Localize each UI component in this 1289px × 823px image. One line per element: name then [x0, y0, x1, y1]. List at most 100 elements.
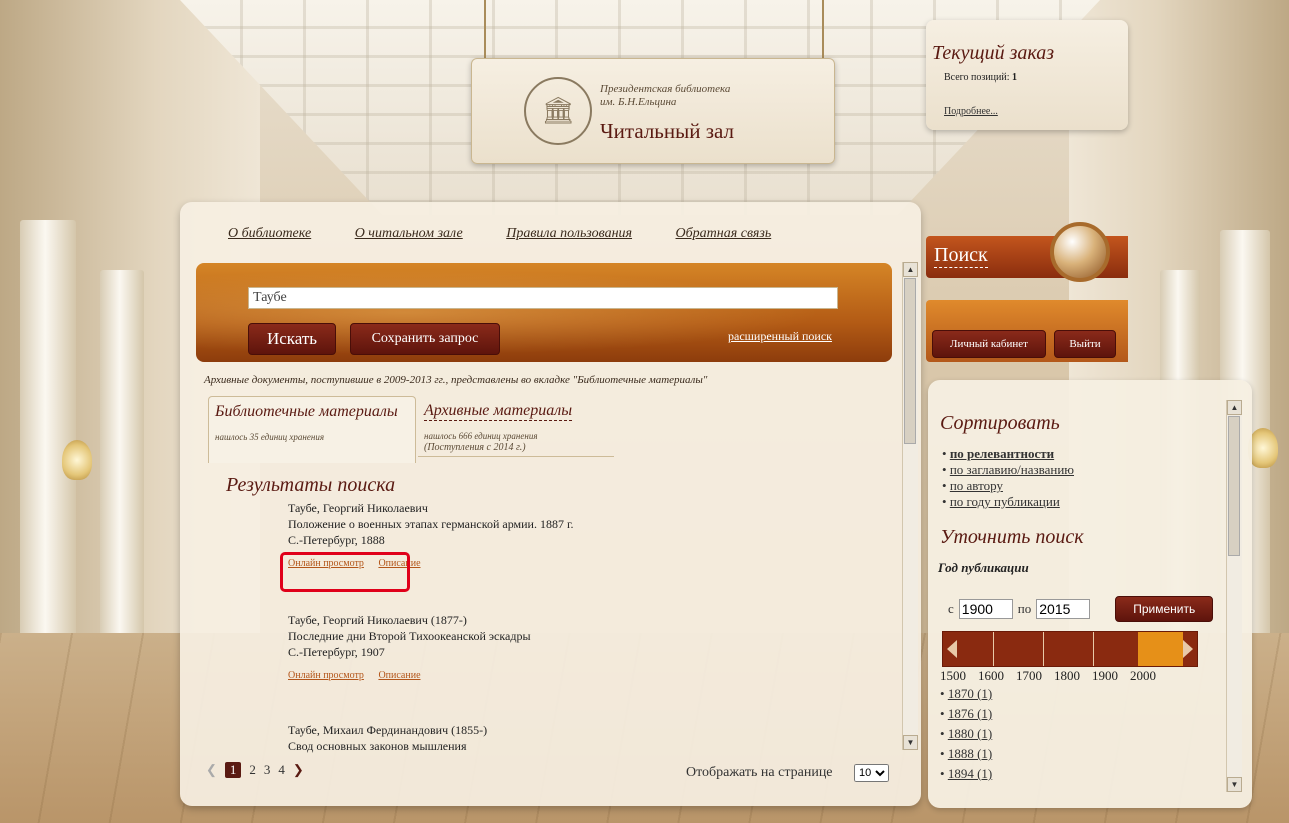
axis-tick: 2000 [1130, 668, 1156, 683]
results-title: Результаты поиска [226, 474, 396, 496]
result-title: Свод основных законов мышления [288, 739, 467, 753]
apply-button[interactable]: Применить [1115, 596, 1214, 622]
highlight-box [280, 552, 410, 592]
personal-cabinet-button[interactable]: Личный кабинет [932, 330, 1046, 358]
year-facet-link[interactable]: 1894 (1) [948, 766, 992, 781]
search-button[interactable]: Искать [248, 323, 336, 355]
tab-count-note: (Поступления с 2014 г.) [424, 442, 526, 453]
sort-author[interactable]: по автору [950, 478, 1003, 493]
scroll-thumb[interactable] [1228, 416, 1240, 556]
year-facet-link[interactable]: 1870 (1) [948, 686, 992, 701]
scroll-up-arrow-icon[interactable]: ▲ [903, 262, 918, 277]
results-scrollbar[interactable]: ▲ ▼ [902, 262, 918, 750]
year-facet: 1888 (1) [940, 744, 992, 764]
archive-notice: Архивные документы, поступившие в 2009-2… [204, 374, 708, 386]
magnifier-icon [1050, 222, 1110, 282]
year-facets: 1870 (1) 1876 (1) 1880 (1) 1888 (1) 1894… [940, 684, 992, 784]
slider-selected-range[interactable] [1137, 632, 1183, 666]
slider-right-arrow-icon[interactable] [1183, 640, 1193, 658]
result-author: Таубе, Георгий Николаевич [288, 501, 428, 515]
result-item: Таубе, Михаил Фердинандович (1855-) Свод… [288, 722, 487, 754]
sort-options: по релевантности по заглавию/названию по… [942, 446, 1074, 510]
page-2[interactable]: 2 [249, 762, 256, 778]
axis-tick: 1500 [940, 668, 966, 683]
page-4[interactable]: 4 [278, 762, 285, 778]
nav-about-library[interactable]: О библиотеке [228, 226, 311, 241]
library-name-line: им. Б.Н.Ельцина [600, 96, 677, 108]
tab-archive-materials[interactable]: Архивные материалы нашлось 666 единиц хр… [418, 396, 614, 457]
slider-divider [993, 632, 994, 666]
from-label: с [948, 601, 954, 616]
library-logo-icon: 🏛 [524, 77, 592, 145]
result-author: Таубе, Георгий Николаевич (1877-) [288, 613, 467, 627]
sort-year[interactable]: по году публикации [950, 494, 1060, 509]
scroll-down-arrow-icon[interactable]: ▼ [903, 735, 918, 750]
year-to-input[interactable] [1036, 599, 1091, 619]
online-view-link[interactable]: Онлайн просмотр [288, 670, 364, 681]
nav-rules[interactable]: Правила пользования [506, 226, 632, 241]
order-count-label: Всего позиций: [944, 72, 1010, 83]
scroll-down-arrow-icon[interactable]: ▼ [1227, 777, 1242, 792]
library-name: Президентская библиотека им. Б.Н.Ельцина [600, 83, 730, 109]
sort-title: Сортировать [940, 412, 1060, 434]
advanced-search-link[interactable]: расширенный поиск [728, 329, 832, 344]
sort-title-option[interactable]: по заглавию/названию [950, 462, 1074, 477]
per-page-select[interactable]: 10 [854, 764, 890, 782]
next-page-icon[interactable]: ❯ [293, 762, 304, 778]
order-title: Текущий заказ [932, 42, 1055, 64]
scroll-up-arrow-icon[interactable]: ▲ [1227, 400, 1242, 415]
search-input[interactable] [248, 287, 838, 309]
year-facet: 1894 (1) [940, 764, 992, 784]
slider-left-arrow-icon[interactable] [947, 640, 957, 658]
axis-tick: 1800 [1054, 668, 1080, 683]
year-slider[interactable] [942, 631, 1198, 667]
sort-option: по автору [942, 478, 1074, 494]
save-query-button[interactable]: Сохранить запрос [350, 323, 500, 355]
year-facet: 1876 (1) [940, 704, 992, 724]
result-title: Последние дни Второй Тихоокеанской эскад… [288, 629, 531, 643]
year-range-inputs: с по Применить [948, 596, 1214, 622]
per-page-label: Отображать на странице [686, 765, 833, 780]
chandelier [62, 440, 92, 480]
slider-divider [1043, 632, 1044, 666]
nav-about-reading-room[interactable]: О читальном зале [355, 226, 463, 241]
tab-count: нашлось 666 единиц хранения (Поступления… [424, 430, 538, 454]
order-count: Всего позиций: 1 [944, 72, 1017, 83]
side-scrollbar[interactable]: ▲ ▼ [1226, 400, 1242, 792]
result-item: Таубе, Георгий Николаевич (1877-) Послед… [288, 612, 531, 684]
result-title: Положение о военных этапах германской ар… [288, 517, 574, 531]
sort-option: по заглавию/названию [942, 462, 1074, 478]
scroll-thumb[interactable] [904, 278, 916, 444]
tab-library-materials[interactable]: Библиотечные материалы нашлось 35 единиц… [208, 396, 416, 463]
slider-divider [1093, 632, 1094, 666]
current-order-box: Текущий заказ Всего позиций: 1 Подробнее… [926, 20, 1128, 130]
search-bar: Искать Сохранить запрос расширенный поис… [196, 263, 892, 362]
year-facet-link[interactable]: 1876 (1) [948, 706, 992, 721]
year-facet-link[interactable]: 1880 (1) [948, 726, 992, 741]
prev-page-icon[interactable]: ❮ [206, 762, 217, 778]
year-filter-label: Год публикации [938, 560, 1029, 575]
result-place: С.-Петербург, 1888 [288, 533, 385, 547]
order-details-link[interactable]: Подробнее... [944, 106, 998, 117]
page-3[interactable]: 3 [264, 762, 271, 778]
order-count-value: 1 [1012, 72, 1018, 83]
chandelier [1248, 428, 1278, 468]
pagination: ❮ 1 2 3 4 ❯ [206, 762, 304, 778]
tab-count-line: нашлось 666 единиц хранения [424, 431, 538, 441]
page-1[interactable]: 1 [224, 762, 242, 778]
sort-option: по релевантности [942, 446, 1074, 462]
per-page: Отображать на странице 10 [686, 764, 890, 782]
year-facet-link[interactable]: 1888 (1) [948, 746, 992, 761]
rope [822, 0, 824, 60]
logout-button[interactable]: Выйти [1054, 330, 1116, 358]
tab-title: Архивные материалы [424, 402, 573, 421]
main-panel: О библиотеке О читальном зале Правила по… [180, 202, 921, 806]
axis-tick: 1700 [1016, 668, 1042, 683]
material-tabs: Библиотечные материалы нашлось 35 единиц… [208, 396, 616, 463]
year-from-input[interactable] [958, 599, 1013, 619]
nav-feedback[interactable]: Обратная связь [676, 226, 772, 241]
sort-relevance[interactable]: по релевантности [950, 446, 1054, 461]
description-link[interactable]: Описание [378, 670, 420, 681]
search-tab-label: Поиск [934, 244, 988, 268]
refine-title: Уточнить поиск [940, 526, 1084, 548]
